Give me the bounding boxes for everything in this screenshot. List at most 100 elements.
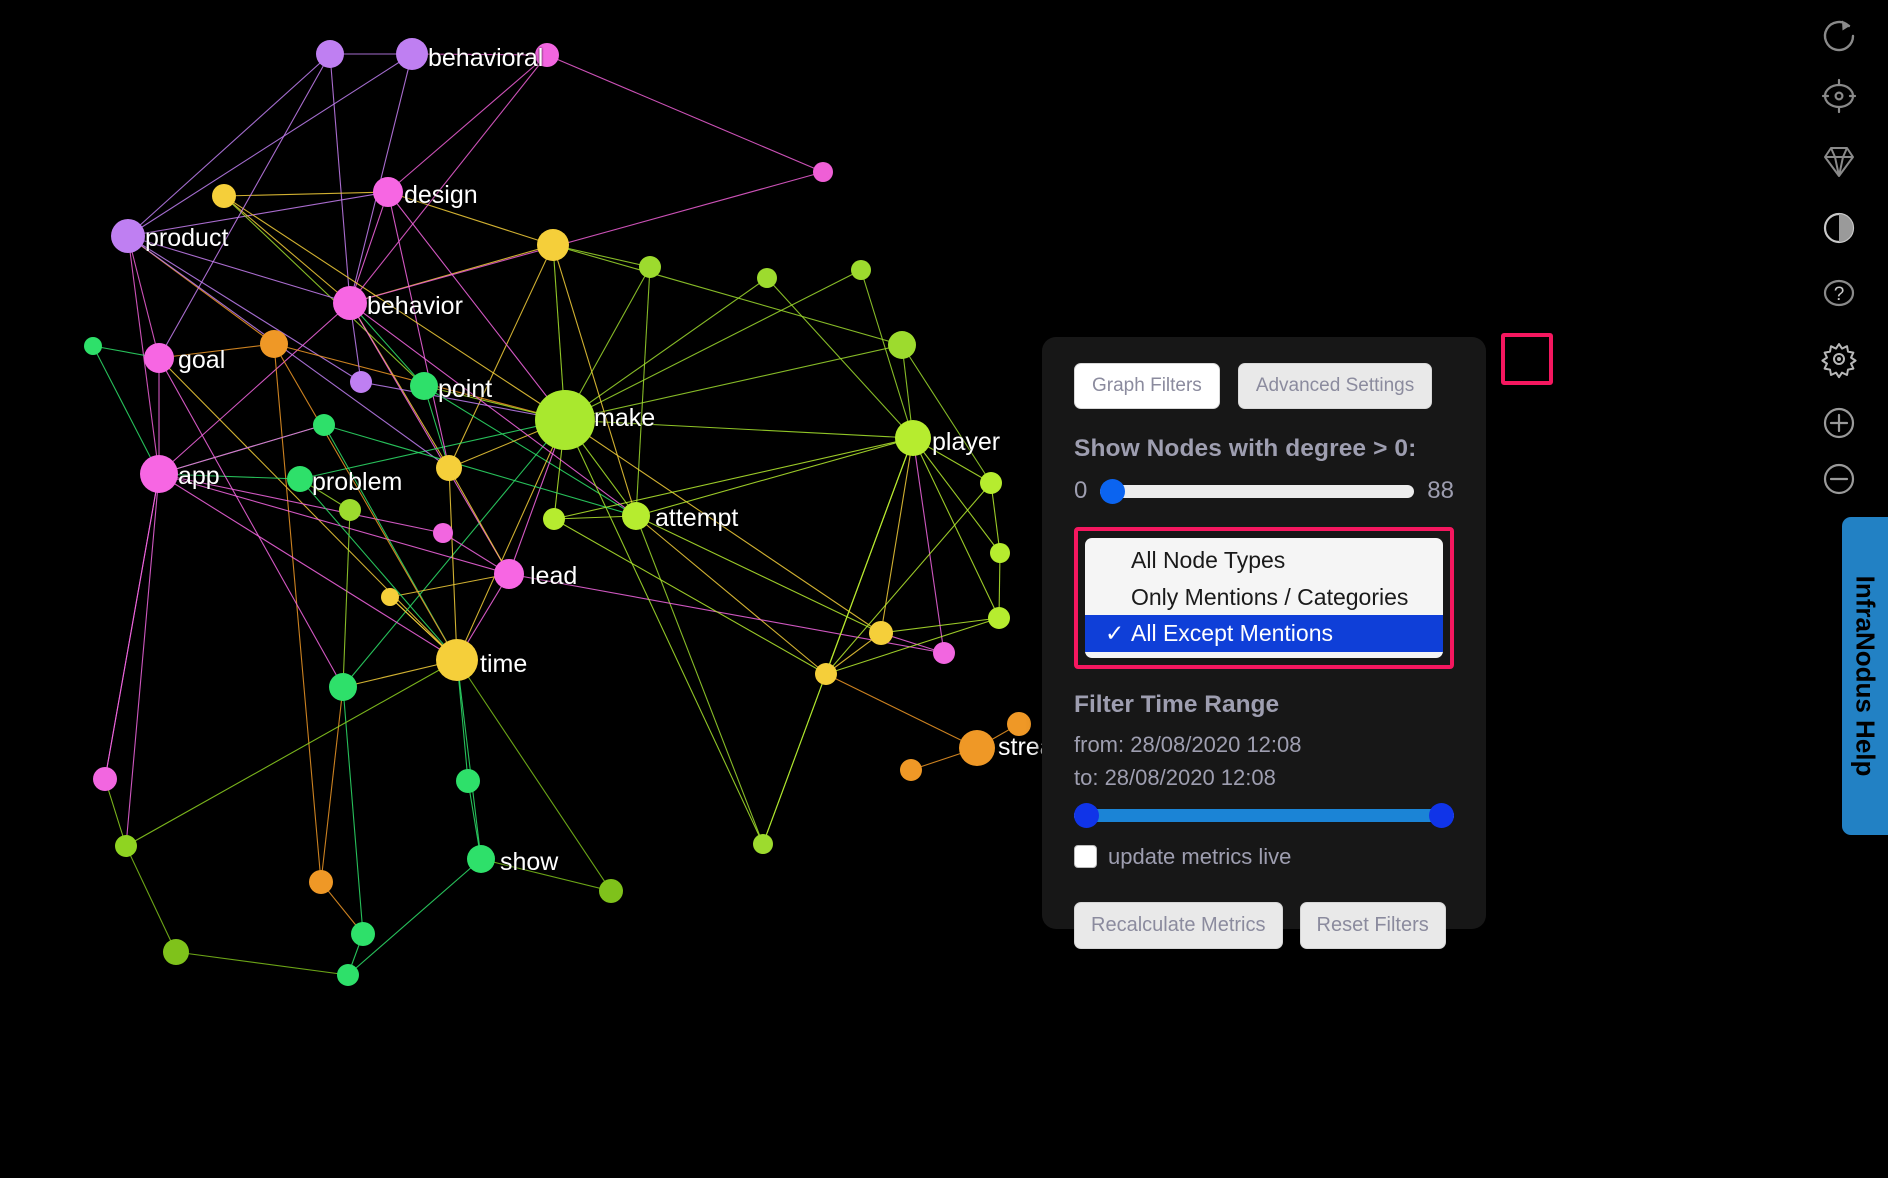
- graph-node[interactable]: [543, 508, 565, 530]
- graph-node[interactable]: [900, 759, 922, 781]
- graph-edge: [349, 53, 413, 304]
- gear-icon[interactable]: [1813, 333, 1865, 385]
- graph-node[interactable]: [753, 834, 773, 854]
- time-range-from: from: 28/08/2020 12:08: [1074, 731, 1302, 757]
- graph-node[interactable]: [329, 673, 357, 701]
- time-range-knob-start[interactable]: [1074, 802, 1099, 828]
- graph-edge: [349, 171, 824, 304]
- graph-edge: [635, 437, 914, 517]
- graph-node[interactable]: [436, 455, 462, 481]
- help-circle-icon[interactable]: ?: [1813, 267, 1865, 319]
- graph-node[interactable]: [84, 337, 102, 355]
- graph-node[interactable]: [933, 642, 955, 664]
- infranodus-help-tab-label: InfraNodus Help: [1850, 575, 1881, 777]
- graph-network: [84, 38, 1031, 986]
- graph-edge: [342, 509, 351, 688]
- graph-node[interactable]: [309, 870, 333, 894]
- graph-node[interactable]: [396, 38, 428, 70]
- graph-edge: [158, 473, 510, 575]
- graph-node[interactable]: [813, 162, 833, 182]
- infranodus-help-tab[interactable]: InfraNodus Help: [1842, 517, 1888, 835]
- time-range-slider[interactable]: [1074, 802, 1454, 828]
- graph-edge: [223, 191, 389, 197]
- graph-node[interactable]: [494, 559, 524, 589]
- node-type-option-all-except-mentions[interactable]: ✓ All Except Mentions: [1085, 615, 1443, 652]
- graph-node[interactable]: [815, 663, 837, 685]
- panel-action-buttons: Recalculate Metrics Reset Filters: [1074, 901, 1454, 949]
- graph-edge: [546, 54, 824, 173]
- graph-node[interactable]: [115, 835, 137, 857]
- node-type-listbox[interactable]: All Node Types Only Mentions / Categorie…: [1085, 538, 1443, 658]
- graph-edge: [175, 951, 349, 976]
- graph-node[interactable]: [757, 268, 777, 288]
- degree-slider-knob[interactable]: [1100, 478, 1126, 504]
- graph-edge: [387, 54, 548, 193]
- degree-min-label: 0: [1074, 477, 1088, 504]
- graph-node[interactable]: [350, 371, 372, 393]
- graph-node[interactable]: [140, 455, 178, 493]
- graph-node[interactable]: [851, 260, 871, 280]
- graph-node[interactable]: [535, 43, 559, 67]
- graph-node[interactable]: [373, 177, 403, 207]
- graph-node[interactable]: [333, 286, 367, 320]
- zoom-in-icon[interactable]: [1813, 397, 1865, 449]
- tab-advanced-settings[interactable]: Advanced Settings: [1237, 363, 1433, 409]
- graph-node[interactable]: [163, 939, 189, 965]
- time-range-knob-end[interactable]: [1429, 802, 1454, 828]
- degree-filter-row: 0 88: [1074, 477, 1454, 505]
- graph-node[interactable]: [537, 229, 569, 261]
- graph-node[interactable]: [1007, 712, 1031, 736]
- graph-settings-panel: Graph Filters Advanced Settings Show Nod…: [1042, 337, 1486, 949]
- graph-node[interactable]: [988, 607, 1010, 629]
- graph-node[interactable]: [869, 621, 893, 645]
- graph-edge: [125, 845, 177, 953]
- update-metrics-live-checkbox[interactable]: [1074, 845, 1097, 869]
- graph-node[interactable]: [436, 639, 478, 681]
- graph-node[interactable]: [535, 390, 595, 450]
- graph-node[interactable]: [456, 769, 480, 793]
- graph-edge: [127, 235, 450, 469]
- graph-node[interactable]: [212, 184, 236, 208]
- refresh-icon[interactable]: [1813, 10, 1865, 62]
- graph-edge: [564, 419, 764, 845]
- graph-node[interactable]: [467, 845, 495, 873]
- graph-node[interactable]: [381, 588, 399, 606]
- graph-node[interactable]: [990, 543, 1010, 563]
- graph-edge: [635, 266, 651, 517]
- graph-node[interactable]: [410, 372, 438, 400]
- graph-edge: [912, 437, 1001, 554]
- graph-node[interactable]: [895, 420, 931, 456]
- graph-node[interactable]: [599, 879, 623, 903]
- graph-node[interactable]: [888, 331, 916, 359]
- graph-node[interactable]: [433, 523, 453, 543]
- graph-node[interactable]: [144, 343, 174, 373]
- graph-edge: [158, 343, 275, 359]
- graph-edge: [635, 515, 827, 675]
- graph-node[interactable]: [337, 964, 359, 986]
- graph-canvas[interactable]: behavioral design product behavior goal point…: [0, 0, 1790, 1178]
- graph-node[interactable]: [316, 40, 344, 68]
- graph-node[interactable]: [287, 466, 313, 492]
- graph-node[interactable]: [313, 414, 335, 436]
- graph-node[interactable]: [339, 499, 361, 521]
- node-type-option-all[interactable]: All Node Types: [1085, 542, 1443, 579]
- graph-node[interactable]: [351, 922, 375, 946]
- contrast-icon[interactable]: [1813, 202, 1865, 254]
- degree-slider-track[interactable]: [1100, 478, 1415, 504]
- graph-node[interactable]: [93, 767, 117, 791]
- tab-graph-filters[interactable]: Graph Filters: [1074, 363, 1220, 409]
- node-type-option-only-mentions[interactable]: Only Mentions / Categories: [1085, 579, 1443, 616]
- zoom-out-icon[interactable]: [1813, 453, 1865, 505]
- node-type-option-only-mentions-label: Only Mentions / Categories: [1131, 583, 1409, 610]
- graph-node[interactable]: [959, 730, 995, 766]
- recalculate-metrics-button[interactable]: Recalculate Metrics: [1074, 901, 1283, 949]
- graph-node[interactable]: [980, 472, 1002, 494]
- reset-filters-button[interactable]: Reset Filters: [1299, 901, 1446, 949]
- target-icon[interactable]: [1813, 70, 1865, 122]
- graph-node[interactable]: [111, 219, 145, 253]
- graph-node[interactable]: [622, 502, 650, 530]
- graph-node[interactable]: [260, 330, 288, 358]
- graph-edge: [456, 419, 566, 661]
- diamond-icon[interactable]: [1813, 136, 1865, 188]
- graph-node[interactable]: [639, 256, 661, 278]
